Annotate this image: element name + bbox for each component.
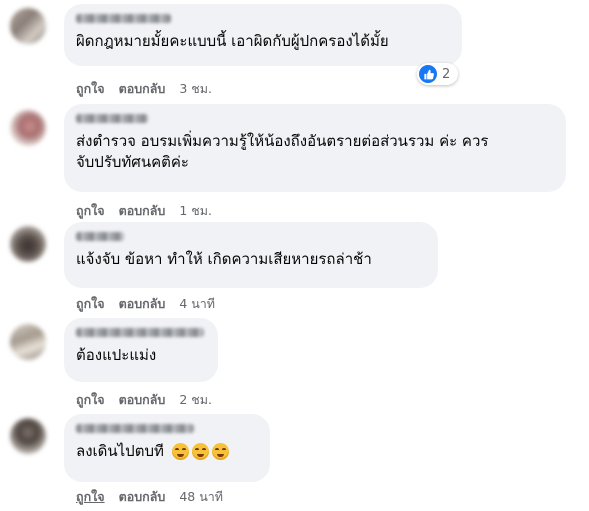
reply-link[interactable]: ตอบกลับ [119, 79, 166, 99]
comment-text-line-1: ส่งตำรวจ อบรมเพิ่มความรู้ให้น้องถึงอันตร… [76, 132, 489, 150]
author-name[interactable] [76, 114, 148, 123]
face-with-steam-emoji-icon [191, 443, 209, 460]
comment-text: ผิดกฎหมายมั้ยคะแบบนี้ เอาผิดกับผู้ปกครอง… [76, 32, 389, 50]
comment-actions: ถูกใจ ตอบกลับ 48 นาที [76, 487, 223, 507]
face-with-steam-emoji-icon [171, 443, 189, 460]
reply-link[interactable]: ตอบกลับ [119, 487, 166, 507]
reaction-count: 2 [442, 66, 451, 82]
comment-bubble: ส่งตำรวจ อบรมเพิ่มความรู้ให้น้องถึงอันตร… [64, 104, 566, 192]
like-link[interactable]: ถูกใจ [76, 201, 105, 221]
emoji-group [171, 443, 229, 460]
avatar[interactable] [10, 418, 46, 454]
like-link[interactable]: ถูกใจ [76, 487, 105, 507]
comment-actions: ถูกใจ ตอบกลับ 3 ชม. [76, 79, 212, 99]
avatar[interactable] [10, 226, 46, 262]
reply-link[interactable]: ตอบกลับ [119, 294, 166, 314]
timestamp[interactable]: 3 ชม. [179, 79, 212, 99]
face-with-steam-emoji-icon [211, 443, 229, 460]
comment-text: ต้องแปะแม่ง [76, 346, 157, 364]
timestamp[interactable]: 2 ชม. [179, 390, 212, 410]
reaction-summary[interactable]: 2 [417, 63, 459, 85]
avatar[interactable] [10, 8, 46, 44]
comment-bubble: แจ้งจับ ข้อหา ทำให้ เกิดความเสียหายรถล่า… [64, 222, 438, 288]
thumbs-up-icon [419, 65, 437, 83]
comment-text: ลงเดินไปตบที [76, 442, 164, 460]
comment-actions: ถูกใจ ตอบกลับ 4 นาที [76, 294, 215, 314]
timestamp[interactable]: 4 นาที [179, 294, 215, 314]
avatar[interactable] [10, 110, 46, 146]
reply-link[interactable]: ตอบกลับ [119, 390, 166, 410]
author-name[interactable] [76, 424, 194, 433]
timestamp[interactable]: 1 ชม. [179, 201, 212, 221]
reply-link[interactable]: ตอบกลับ [119, 201, 166, 221]
like-link[interactable]: ถูกใจ [76, 294, 105, 314]
comment-bubble: ลงเดินไปตบที [64, 414, 270, 482]
author-name[interactable] [76, 232, 124, 241]
comment-text-line-2: จับปรับทัศนคติค่ะ [76, 153, 189, 171]
comment-actions: ถูกใจ ตอบกลับ 1 ชม. [76, 201, 212, 221]
author-name[interactable] [76, 328, 204, 337]
comment-actions: ถูกใจ ตอบกลับ 2 ชม. [76, 390, 212, 410]
like-link[interactable]: ถูกใจ [76, 390, 105, 410]
like-link[interactable]: ถูกใจ [76, 79, 105, 99]
author-name[interactable] [76, 14, 171, 23]
comment-bubble: ผิดกฎหมายมั้ยคะแบบนี้ เอาผิดกับผู้ปกครอง… [64, 4, 462, 66]
comment-text-row: ลงเดินไปตบที [76, 441, 258, 462]
comment-text: แจ้งจับ ข้อหา ทำให้ เกิดความเสียหายรถล่า… [76, 250, 372, 268]
avatar[interactable] [10, 324, 46, 360]
comment-bubble: ต้องแปะแม่ง [64, 318, 218, 382]
timestamp[interactable]: 48 นาที [179, 487, 223, 507]
